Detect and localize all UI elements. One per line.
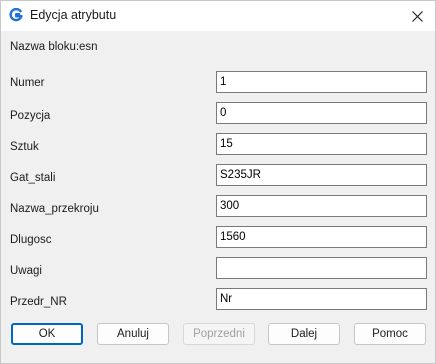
ok-button[interactable]: OK <box>11 323 83 345</box>
label-uwagi: Uwagi <box>10 265 42 277</box>
cancel-button[interactable]: Anuluj <box>97 323 169 345</box>
attribute-edit-dialog: Edycja atrybutu Nazwa bloku:esn Numer Po… <box>0 0 436 364</box>
uwagi-field[interactable] <box>216 257 427 279</box>
pozycja-field[interactable] <box>216 102 427 124</box>
label-nazwa-przekroju: Nazwa_przekroju <box>10 203 99 215</box>
przedr-nr-field[interactable] <box>216 288 427 310</box>
next-button[interactable]: Dalej <box>268 323 340 345</box>
numer-field[interactable] <box>216 71 427 93</box>
app-logo-icon <box>9 7 23 22</box>
sztuk-field[interactable] <box>216 133 427 155</box>
label-przedr-nr: Przedr_NR <box>10 296 67 308</box>
block-name-label: Nazwa bloku:esn <box>10 41 98 53</box>
label-numer: Numer <box>10 77 45 89</box>
label-gat-stali: Gat_stali <box>10 172 56 184</box>
label-pozycja: Pozycja <box>10 110 51 122</box>
close-icon <box>411 10 423 22</box>
dlugosc-field[interactable] <box>216 226 427 248</box>
gat-stali-field[interactable] <box>216 164 427 186</box>
close-button[interactable] <box>405 5 429 27</box>
label-dlugosc: Dlugosc <box>10 234 52 246</box>
help-button[interactable]: Pomoc <box>354 323 426 345</box>
window-title: Edycja atrybutu <box>30 8 117 22</box>
title-bar: Edycja atrybutu <box>1 1 435 31</box>
label-sztuk: Sztuk <box>10 141 39 153</box>
nazwa-przekroju-field[interactable] <box>216 195 427 217</box>
previous-button[interactable]: Poprzedni <box>183 323 255 345</box>
